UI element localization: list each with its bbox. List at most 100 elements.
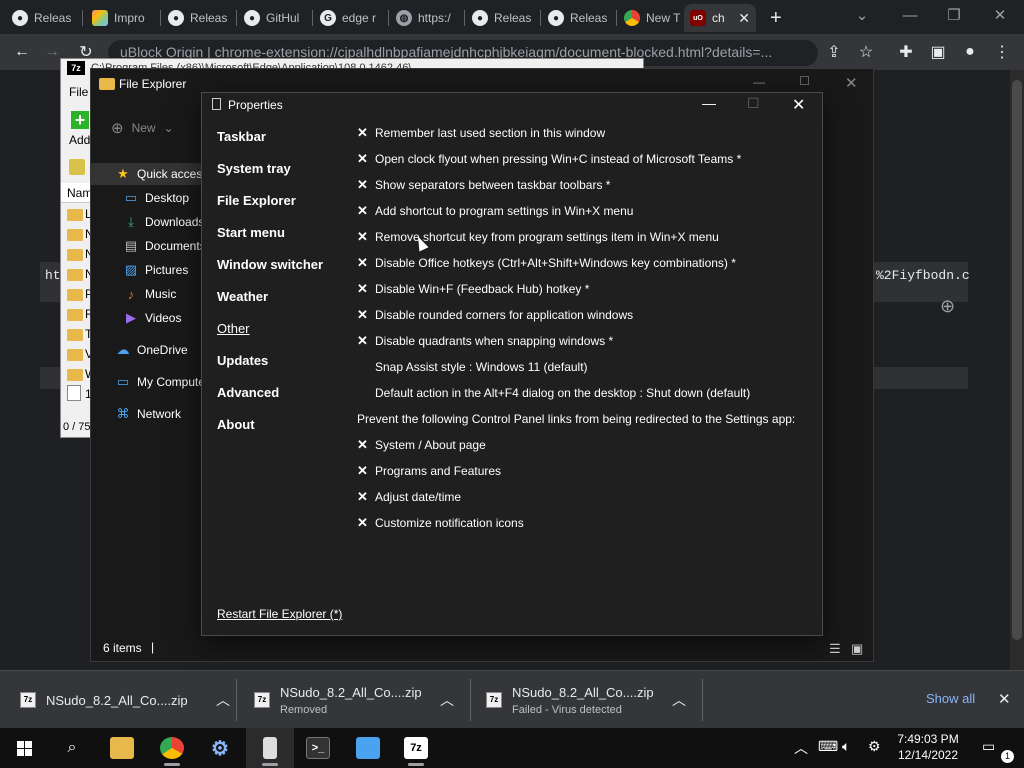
search-icon: ⌕: [67, 739, 77, 756]
option-checkbox[interactable]: ✕ System / About page: [357, 436, 486, 454]
browser-tab[interactable]: ● Releas: [542, 4, 614, 32]
browser-tab[interactable]: Gedge r: [314, 4, 386, 32]
option-checkbox[interactable]: ✕ Disable Office hotkeys (Ctrl+Alt+Shift+…: [357, 254, 736, 272]
tab-search-button[interactable]: ⌄: [840, 0, 884, 30]
nav-item-pictures[interactable]: ▨ Pictures: [123, 259, 189, 281]
extensions-button[interactable]: ✚: [894, 40, 918, 64]
browser-tab[interactable]: Impro: [86, 4, 158, 32]
nav-weather[interactable]: Weather: [217, 289, 268, 304]
option-checkbox[interactable]: ✕ Disable quadrants when snapping windows…: [357, 332, 613, 350]
new-tab-button[interactable]: +: [764, 4, 792, 32]
option-checkbox[interactable]: ✕ Customize notification icons: [357, 514, 524, 532]
restore-button[interactable]: ❐: [932, 0, 976, 30]
system-clock[interactable]: 7:49:03 PM 12/14/2022: [896, 731, 960, 765]
nav-file-explorer[interactable]: File Explorer: [217, 193, 296, 208]
show-hidden-icons-chevron-icon[interactable]: ︿: [794, 738, 808, 758]
alt-f4-default-action-selector[interactable]: Default action in the Alt+F4 dialog on t…: [375, 384, 750, 402]
taskbar-file-explorer[interactable]: [98, 728, 146, 768]
taskbar-terminal[interactable]: >_: [294, 728, 342, 768]
minimize-button[interactable]: —: [888, 0, 932, 30]
start-button[interactable]: [0, 728, 48, 768]
restart-file-explorer-link[interactable]: Restart File Explorer (*): [217, 607, 342, 621]
nav-start-menu[interactable]: Start menu: [217, 225, 285, 240]
details-view-icon[interactable]: ☰: [829, 641, 841, 657]
menu-button[interactable]: ⋮: [990, 40, 1014, 64]
network-icon[interactable]: ⌨: [818, 738, 838, 755]
option-checkbox[interactable]: ✕ Disable Win+F (Feedback Hub) hotkey *: [357, 280, 589, 298]
new-button[interactable]: ⊕ New ⌄: [111, 119, 174, 137]
up-folder-icon[interactable]: [69, 159, 85, 175]
taskbar-settings[interactable]: ⚙: [196, 728, 244, 768]
download-item[interactable]: 7z NSudo_8.2_All_Co....zip ︿: [20, 671, 230, 729]
nav-item-downloads[interactable]: ⤓ Downloads: [123, 211, 204, 233]
browser-tab[interactable]: ● Releas: [6, 4, 78, 32]
volume-icon[interactable]: 🔈︎: [842, 738, 850, 755]
option-checkbox[interactable]: ✕ Show separators between taskbar toolbar…: [357, 176, 610, 194]
browser-tab[interactable]: ● GitHul: [238, 4, 310, 32]
close-download-bar-icon[interactable]: ✕: [998, 690, 1011, 708]
gear-icon[interactable]: ⚙: [868, 738, 881, 755]
nav-item-music[interactable]: ♪ Music: [123, 283, 177, 305]
maximize-button[interactable]: ☐: [747, 95, 760, 112]
navigation-pane: ★ Quick access ▭ Desktop ⤓ Downloads ▤ Docum…: [91, 163, 209, 633]
nav-item-quick-access[interactable]: ★ Quick access: [91, 163, 208, 185]
close-tab-icon[interactable]: ✕: [738, 10, 750, 27]
minimize-icon[interactable]: —: [753, 75, 765, 89]
taskbar-explorer-window[interactable]: [344, 728, 392, 768]
option-checkbox[interactable]: ✕ Programs and Features: [357, 462, 501, 480]
nav-taskbar[interactable]: Taskbar: [217, 129, 266, 144]
nav-window-switcher[interactable]: Window switcher: [217, 257, 323, 272]
download-item[interactable]: 7z NSudo_8.2_All_Co....zip Removed ︿: [254, 671, 454, 729]
puzzle-icon: ✚: [899, 44, 913, 61]
option-checkbox[interactable]: ✕ Open clock flyout when pressing Win+C i…: [357, 150, 741, 168]
nav-item-documents[interactable]: ▤ Documents: [123, 235, 206, 257]
column-header-name[interactable]: Nam: [61, 183, 92, 203]
nav-item-desktop[interactable]: ▭ Desktop: [123, 187, 189, 209]
chevron-up-icon[interactable]: ︿: [216, 690, 230, 710]
download-item[interactable]: 7z NSudo_8.2_All_Co....zip Failed - Virus…: [486, 671, 686, 729]
nav-item-videos[interactable]: ▶ Videos: [123, 307, 181, 329]
option-checkbox[interactable]: ✕ Adjust date/time: [357, 488, 461, 506]
profile-button[interactable]: ●: [958, 40, 982, 64]
snap-assist-style-selector[interactable]: Snap Assist style : Windows 11 (default): [375, 358, 588, 376]
nav-about[interactable]: About: [217, 417, 255, 432]
browser-tab[interactable]: ◍ https:/: [390, 4, 462, 32]
minimize-button[interactable]: —: [702, 95, 716, 111]
browser-tab-active[interactable]: uO ch ✕: [684, 4, 756, 32]
option-checkbox[interactable]: ✕ Remember last used section in this wind…: [357, 124, 605, 142]
add-icon[interactable]: +: [71, 111, 89, 129]
notification-icon[interactable]: ▭: [982, 738, 995, 755]
close-button[interactable]: ✕: [792, 95, 805, 115]
chevron-up-icon[interactable]: ︿: [672, 690, 686, 710]
nav-item-onedrive[interactable]: ☁ OneDrive: [115, 339, 188, 361]
nav-other[interactable]: Other: [217, 321, 250, 336]
nav-advanced[interactable]: Advanced: [217, 385, 279, 400]
close-window-button[interactable]: ✕: [978, 0, 1022, 30]
browser-tab[interactable]: ● Releas: [162, 4, 234, 32]
7zip-menu-file[interactable]: File: [69, 85, 88, 99]
option-checkbox[interactable]: ✕ Disable rounded corners for application…: [357, 306, 633, 324]
option-checkbox[interactable]: ✕ Remove shortcut key from program settin…: [357, 228, 719, 246]
taskbar-properties[interactable]: [246, 728, 294, 768]
nav-item-my-computer[interactable]: ▭ My Computer: [115, 371, 209, 393]
nav-updates[interactable]: Updates: [217, 353, 268, 368]
browser-tab[interactable]: New T: [618, 4, 686, 32]
zoom-in-icon[interactable]: ⊕: [940, 296, 962, 318]
close-icon[interactable]: ✕: [845, 74, 858, 92]
taskbar-7zip[interactable]: 7z: [392, 728, 440, 768]
tiles-view-icon[interactable]: ▣: [851, 641, 863, 657]
nav-item-network[interactable]: ⌘ Network: [115, 403, 182, 425]
share-button[interactable]: ⇪: [822, 40, 846, 64]
search-button[interactable]: ⌕: [48, 728, 96, 768]
bookmark-button[interactable]: ☆: [854, 40, 878, 64]
maximize-icon[interactable]: ☐: [799, 74, 810, 88]
chevron-up-icon[interactable]: ︿: [440, 690, 454, 710]
side-panel-button[interactable]: ▣: [926, 40, 950, 64]
back-button[interactable]: ←: [10, 40, 34, 64]
taskbar-chrome[interactable]: [148, 728, 196, 768]
option-checkbox[interactable]: ✕ Add shortcut to program settings in Win…: [357, 202, 633, 220]
show-all-downloads-button[interactable]: Show all: [926, 691, 975, 706]
browser-tab[interactable]: ● Releas: [466, 4, 538, 32]
scrollbar-thumb[interactable]: [1012, 80, 1022, 640]
nav-system-tray[interactable]: System tray: [217, 161, 291, 176]
